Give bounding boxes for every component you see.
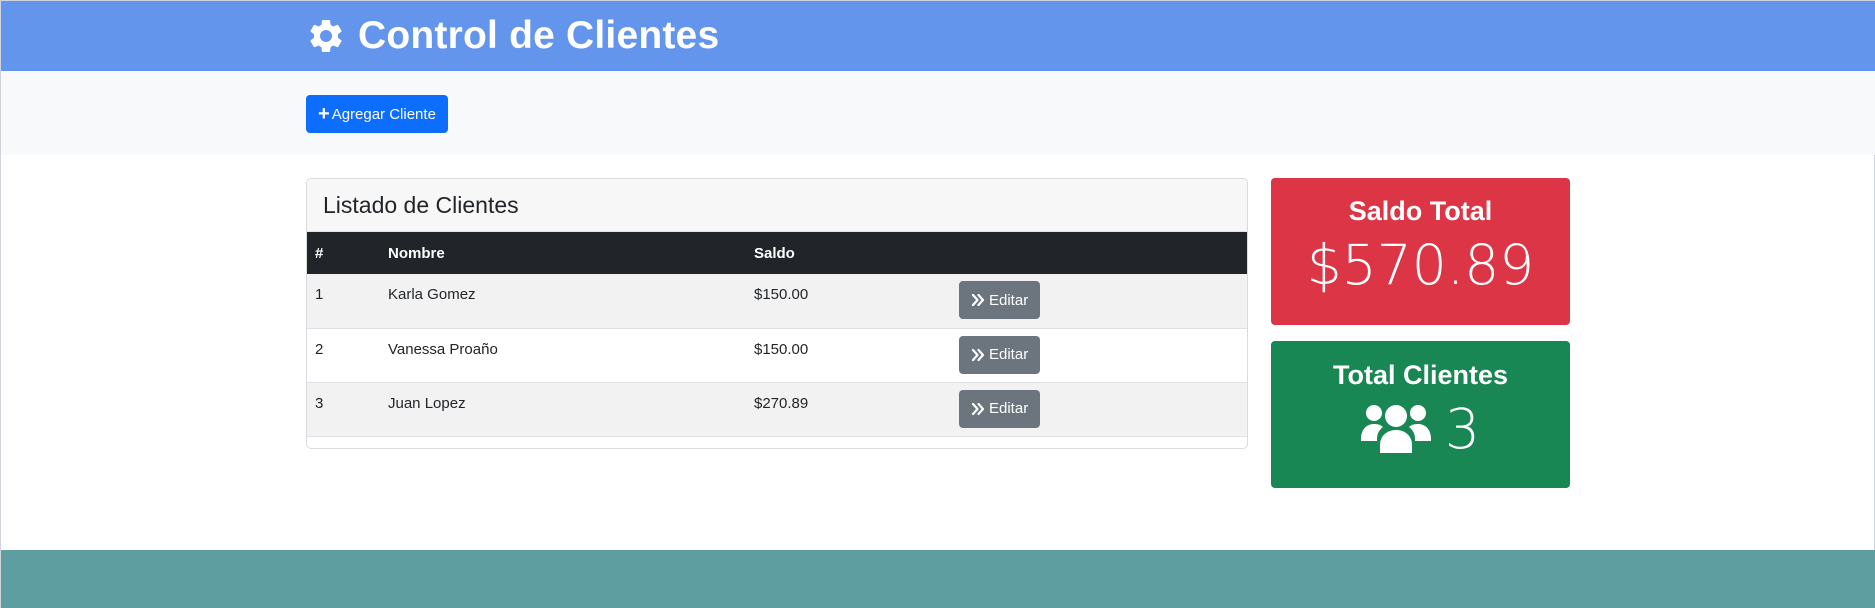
row-actions: Editar	[951, 328, 1247, 382]
row-name: Karla Gomez	[388, 286, 476, 303]
row-saldo: $270.89	[754, 394, 809, 412]
page-footer	[1, 550, 1875, 608]
column-header-actions	[951, 232, 1247, 274]
saldo-total-title: Saldo Total	[1348, 196, 1493, 226]
toolbar: + Agregar Cliente	[1, 71, 1875, 155]
table-row: 1 Karla Gomez $150.00 Editar	[307, 274, 1247, 328]
row-name: Vanessa Proaño	[388, 340, 498, 358]
edit-button[interactable]: Editar	[959, 335, 1041, 374]
column-header-saldo: Saldo	[754, 244, 795, 262]
row-number: 3	[315, 394, 324, 412]
edit-label: Editar	[989, 400, 1029, 417]
app-header: Control de Clientes	[1, 1, 1875, 71]
saldo-total-value: $570.89	[1306, 233, 1535, 297]
row-actions: Editar	[951, 382, 1247, 436]
header-brand: Control de Clientes	[306, 1, 719, 71]
double-chevron-right-icon	[971, 402, 985, 415]
row-saldo: $150.00	[754, 340, 809, 358]
row-name: Juan Lopez	[388, 394, 466, 412]
add-client-button[interactable]: + Agregar Cliente	[306, 95, 448, 133]
edit-button[interactable]: Editar	[959, 281, 1041, 319]
double-chevron-right-icon	[971, 293, 985, 307]
clients-card: Listado de Clientes # Nombre Saldo 1 Kar…	[306, 178, 1248, 449]
column-header-name: Nombre	[388, 244, 445, 262]
row-actions: Editar	[951, 274, 1247, 328]
page-title: Control de Clientes	[358, 14, 720, 57]
saldo-total-card: Saldo Total $570.89	[1271, 178, 1570, 325]
row-number: 1	[315, 286, 324, 303]
users-icon	[1361, 405, 1431, 453]
edit-label: Editar	[989, 346, 1029, 363]
row-number: 2	[315, 340, 324, 358]
total-clientes-row: 3	[1271, 397, 1570, 461]
total-clientes-title: Total Clientes	[1332, 360, 1509, 390]
edit-label: Editar	[989, 291, 1029, 309]
column-header-number: #	[315, 244, 324, 262]
clients-card-header: Listado de Clientes	[307, 179, 1247, 232]
add-client-label: Agregar Cliente	[331, 105, 436, 123]
total-clientes-card: Total Clientes 3	[1271, 341, 1570, 488]
plus-icon: +	[318, 103, 330, 125]
edit-button[interactable]: Editar	[959, 389, 1041, 428]
double-chevron-right-icon	[971, 348, 985, 361]
row-saldo: $150.00	[754, 286, 809, 303]
clients-card-title: Listado de Clientes	[323, 191, 519, 218]
total-clientes-value: 3	[1445, 397, 1480, 461]
table-header-row: # Nombre Saldo	[307, 232, 1247, 274]
gear-icon	[310, 19, 342, 52]
table-row: 3 Juan Lopez $270.89 Editar	[307, 382, 1247, 436]
table-row: 2 Vanessa Proaño $150.00 Editar	[307, 328, 1247, 382]
clients-table: # Nombre Saldo 1 Karla Gomez $150.00 Edi…	[307, 232, 1247, 437]
